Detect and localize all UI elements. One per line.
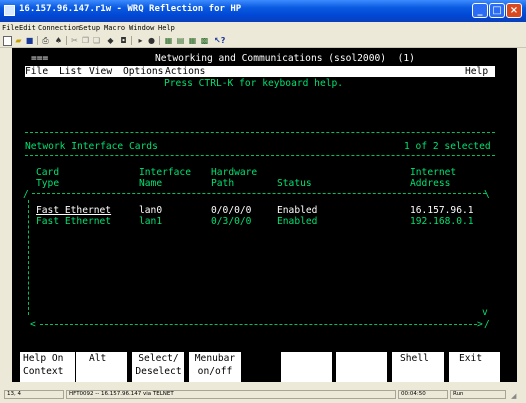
scroll-right-indicator[interactable]: > [477,319,483,330]
row-interface: lan1 [139,216,163,227]
fkey-label-bottom: Deselect [135,366,182,377]
fkey-select-deselect[interactable]: Select/ Deselect [132,352,184,382]
open-icon[interactable]: ▰ [14,36,23,45]
transfer2-icon[interactable]: ◘ [119,36,128,45]
fkey-label-top: Help On [23,353,64,364]
col-status: Status [277,178,312,189]
section-top-rule [25,132,495,133]
row-address: 16.157.96.1 [410,205,474,216]
section-bottom-rule [25,155,495,156]
menu-setup[interactable]: Setup [79,24,100,32]
col-card-type-2: Type [36,178,60,189]
paste-icon[interactable]: ❏ [92,36,101,45]
save-icon[interactable]: ■ [25,36,34,45]
menu-connection[interactable]: Connection [38,24,80,32]
resize-grip-icon[interactable]: ◢ [511,392,520,401]
fkey-label-bottom: Context [23,366,64,377]
app-icon[interactable] [4,5,15,16]
menu-bar: File Edit Connection Setup Macro Window … [0,22,526,34]
list-left-border [28,200,29,315]
selection-count: 1 of 2 selected [404,141,491,152]
fkey-blank-5[interactable] [281,352,332,382]
col-interface-1: Interface [139,167,191,178]
row-status: Enabled [277,205,318,216]
fkey-label-top: Select/ [138,353,179,364]
col-hardware-1: Hardware [211,167,258,178]
elapsed-time: 00:04:50 [398,390,448,399]
print-icon[interactable]: ⎙ [41,36,50,45]
menu-edit[interactable]: Edit [19,24,36,32]
keyboard-icon[interactable]: ▦ [188,36,197,45]
title-bar: 16.157.96.147.r1w - WRQ Reflection for H… [0,0,526,22]
scroll-down-indicator[interactable]: v [482,307,488,318]
cut-icon[interactable]: ✂ [70,36,79,45]
sam-menu-actions[interactable]: Actions [165,66,206,77]
whats-this-icon[interactable]: ↖? [214,36,225,45]
cursor-position: 13, 4 [4,390,64,399]
connect-icon[interactable]: ▤ [176,36,185,45]
new-icon[interactable] [3,36,12,46]
fkey-label-top: Shell [400,353,429,364]
col-interface-2: Name [139,178,163,189]
fkey-shell[interactable]: Shell [392,352,444,382]
sam-menu-help[interactable]: Help [465,66,489,77]
row-path: 0/0/0/0 [211,205,252,216]
col-card-type-1: Card [36,167,60,178]
row-card-type: Fast Ethernet [36,205,112,216]
keyboard-help-hint: Press CTRL-K for keyboard help. [164,78,344,89]
display-icon[interactable]: ▦ [164,36,173,45]
list-bottom-border [40,324,477,325]
menu-file[interactable]: File [2,24,19,32]
find-icon[interactable]: ♠ [54,36,63,45]
fkey-label-top: Menubar [194,353,236,364]
row-interface: lan0 [139,205,163,216]
terminal-screen[interactable]: === Networking and Communications (ssol2… [12,48,517,382]
fkey-help-on-context[interactable]: Help On Context [20,352,75,382]
window-title: 16.157.96.147.r1w - WRQ Reflection for H… [19,4,242,14]
record-icon[interactable]: ● [147,36,156,45]
screen-header: Networking and Communications (ssol2000)… [155,53,415,64]
menu-help[interactable]: Help [158,24,175,32]
screen-marker: === [31,53,49,64]
maximize-button[interactable]: □ [489,3,505,18]
fkey-label-bottom: on/off [197,366,233,377]
row-address: 192.168.0.1 [410,216,474,227]
minimize-button[interactable]: _ [472,3,488,18]
fkey-blank-6[interactable] [336,352,387,382]
fkey-label-top: Alt [89,353,107,364]
list-top-border [32,193,486,194]
sam-menu-view[interactable]: View [89,66,113,77]
sam-menu-file[interactable]: File [25,66,49,77]
status-bar: 13, 4 HFT0092 -- 16.157.96.147 via TELNE… [0,386,526,403]
list-corner-br: / [484,319,490,330]
fkey-label-top: Exit [459,353,483,364]
list-corner-tr: \ [484,189,490,200]
run-state: Run [450,390,506,399]
settings-icon[interactable]: ▩ [200,36,209,45]
play-icon[interactable]: ▸ [136,36,145,45]
menu-window[interactable]: Window [129,24,154,32]
row-status: Enabled [277,216,318,227]
close-button[interactable]: × [506,3,522,18]
transfer-icon[interactable]: ◆ [106,36,115,45]
row-path: 0/3/0/0 [211,216,252,227]
toolbar: ▰ ■ ⎙ ♠ ✂ ❐ ❏ ◆ ◘ ▸ ● ▦ ▤ ▦ ▩ ↖? [0,34,526,48]
col-address-2: Address [410,178,451,189]
col-address-1: Internet [410,167,457,178]
sam-menu-list[interactable]: List [59,66,83,77]
fkey-alt[interactable]: Alt [76,352,127,382]
section-title: Network Interface Cards [25,141,158,152]
copy-icon[interactable]: ❐ [81,36,90,45]
scroll-left-indicator[interactable]: < [30,319,36,330]
menu-macro[interactable]: Macro [104,24,125,32]
sam-menu-options[interactable]: Options [123,66,164,77]
row-card-type: Fast Ethernet [36,216,112,227]
fkey-exit[interactable]: Exit [449,352,500,382]
connection-status: HFT0092 -- 16.157.96.147 via TELNET [66,390,396,399]
col-hardware-2: Path [211,178,235,189]
fkey-menubar-toggle[interactable]: Menubar on/off [189,352,241,382]
list-corner-tl: / [23,189,29,200]
